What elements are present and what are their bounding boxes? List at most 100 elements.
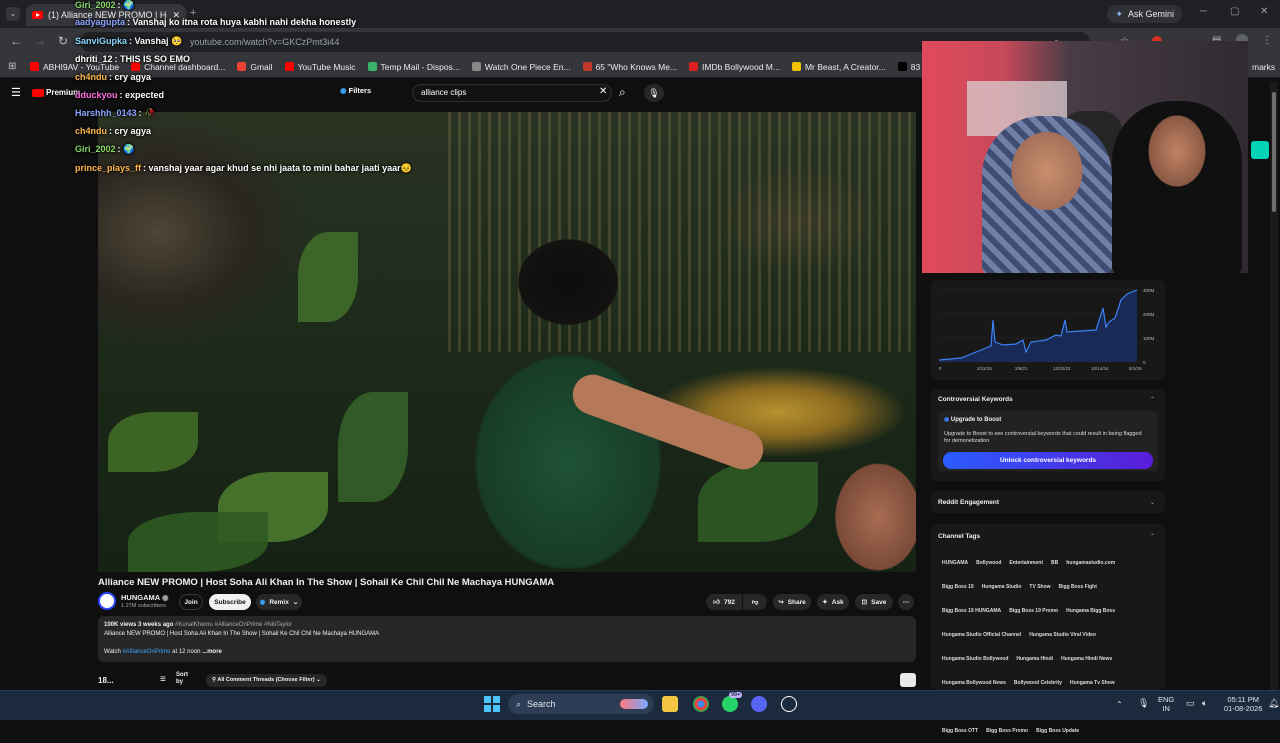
ask-gemini-button[interactable]: ✦ Ask Gemini (1107, 5, 1182, 23)
chart-x-tick-label: 0 (939, 366, 942, 371)
channel-tag[interactable]: Hungama Bigg Boss (1066, 608, 1115, 614)
scrollbar-thumb[interactable] (1272, 92, 1276, 212)
language-indicator[interactable]: ENG IN (1158, 695, 1174, 713)
reload-icon[interactable]: ↻ (58, 34, 68, 48)
chevron-down-icon: ⌄ (292, 599, 299, 606)
channel-tag[interactable]: Bigg Boss Update (1036, 728, 1079, 734)
description-hashtags[interactable]: #KunalKhemu #AllianceOnPrime #NitiTaylor (175, 622, 292, 628)
search-input[interactable]: alliance clips (412, 84, 612, 102)
discord-icon[interactable] (751, 696, 767, 712)
description-hashtag-link[interactable]: #AllianceOnPrime (122, 649, 170, 655)
chat-username: ch4ndu (75, 72, 108, 82)
whatsapp-icon[interactable] (722, 696, 738, 712)
like-button[interactable]: 👍︎ 792 (706, 594, 742, 610)
collapse-icon[interactable]: ⌃ (1150, 533, 1155, 540)
file-explorer-icon[interactable] (662, 696, 678, 712)
channel-tag[interactable]: Hungama Bollywood News (942, 680, 1006, 686)
back-icon[interactable]: ← (10, 34, 22, 48)
bookmark-item[interactable]: Temp Mail - Dispos... (367, 62, 460, 72)
bookmark-item[interactable]: 65 "Who Knows Me... (582, 62, 677, 72)
volume-icon[interactable]: 🔈︎ (1202, 699, 1207, 708)
tab-search-button[interactable]: ⌄ (6, 7, 20, 21)
channel-tag[interactable]: Hungama Studio Official Channel (942, 632, 1021, 638)
maximize-icon[interactable]: ▢ (1230, 6, 1239, 17)
save-button[interactable]: ⊡ Save (855, 594, 893, 610)
channel-tag[interactable]: Bollywood Celebrity (1014, 680, 1062, 686)
notification-bell-icon[interactable]: 🔔︎ (1268, 699, 1279, 708)
video-player[interactable] (98, 112, 916, 572)
channel-tag[interactable]: Entertainment (1009, 560, 1043, 566)
unlock-keywords-button[interactable]: Unlock controversial keywords (943, 452, 1153, 469)
comment-filter-dropdown[interactable]: ⚲ All Comment Threads (Choose Filter) ⌄ (206, 674, 327, 687)
subscribe-button[interactable]: Subscribe (209, 594, 251, 610)
forward-icon[interactable]: → (34, 34, 46, 48)
save-label: Save (871, 598, 887, 606)
ask-button[interactable]: ✦ Ask (817, 594, 849, 610)
obs-icon[interactable] (781, 696, 797, 712)
chat-message: Giri_2002: 🌍 (75, 144, 134, 155)
collapse-icon[interactable]: ⌃ (1150, 396, 1155, 403)
clear-search-icon[interactable]: ✕ (599, 86, 607, 97)
channel-tag[interactable]: Bigg Boss Promo (986, 728, 1028, 734)
channel-avatar[interactable] (98, 592, 116, 610)
video-description[interactable]: 100K views 3 weeks ago #KunalKhemu #Alli… (98, 616, 916, 662)
channel-tag[interactable]: Bigg Boss 19 Promo (1009, 608, 1058, 614)
channel-tag[interactable]: Hungama Studio Bollywood (942, 656, 1008, 662)
channel-tag[interactable]: Bigg Boss OTT (942, 728, 978, 734)
comment-tool-icon[interactable] (900, 673, 916, 687)
channel-tag[interactable]: Hungama Hindi (1016, 656, 1053, 662)
apps-grid-icon[interactable]: ⊞ (8, 61, 16, 72)
bookmark-item[interactable]: YouTube Music (284, 61, 356, 72)
chrome-icon[interactable] (693, 696, 709, 712)
channel-tag[interactable]: Bigg Boss Fight (1059, 584, 1097, 590)
bookmark-label: YouTube Music (297, 61, 356, 72)
network-icon[interactable]: ▭ (1186, 699, 1195, 708)
bookmark-item[interactable]: Mr Beast, A Creator... (791, 62, 886, 72)
filters-button[interactable]: ◉ Filters (340, 86, 371, 95)
channel-tag[interactable]: TV Show (1029, 584, 1050, 590)
dislike-button[interactable]: 👎︎ (743, 594, 767, 610)
channel-tag[interactable]: BB (1051, 560, 1058, 566)
windows-start-icon[interactable] (484, 696, 500, 712)
chart-x-tick-label: 12/22/22 (1053, 366, 1071, 371)
channel-name[interactable]: HUNGAMA ◉ (121, 593, 169, 602)
more-actions-icon[interactable]: ⋯ (898, 594, 914, 610)
window-close-icon[interactable]: ✕ (1260, 6, 1268, 17)
channel-tag[interactable]: Hungama Studio (982, 584, 1022, 590)
channel-tag[interactable]: Hungama Tv Show (1070, 680, 1115, 686)
chat-message: ch4ndu: cry agya (75, 72, 151, 82)
extension-sidebar-toggle[interactable] (1251, 141, 1269, 159)
channel-tags-title: Channel Tags (938, 533, 981, 540)
bookmark-label: Gmail (250, 61, 273, 72)
bookmark-item[interactable]: Watch One Piece En... (471, 62, 571, 72)
search-icon[interactable]: ⌕ (619, 85, 626, 100)
bookmark-item[interactable]: IMDb Bollywood M... (689, 62, 780, 72)
channel-tag[interactable]: Bigg Boss 19 (942, 584, 974, 590)
sort-by-button[interactable]: Sort by (176, 672, 190, 686)
browser-menu-icon[interactable]: ⋮ (1262, 35, 1272, 46)
channel-tag[interactable]: Hungama Hindi News (1061, 656, 1112, 662)
voice-search-icon[interactable]: 🎙 (644, 84, 664, 102)
all-bookmarks-link[interactable]: marks (1252, 62, 1275, 72)
microphone-icon[interactable]: 🎙 (1138, 699, 1149, 708)
hamburger-menu-icon[interactable]: ☰ (11, 86, 21, 99)
channel-tag[interactable]: Bollywood (976, 560, 1001, 566)
minimize-icon[interactable]: ─ (1200, 6, 1207, 17)
bookmark-favicon-icon (689, 62, 699, 71)
youtube-logo-icon[interactable] (32, 89, 44, 97)
channel-tag[interactable]: hungamastudio.com (1066, 560, 1115, 566)
tray-overflow-icon[interactable]: ⌃ (1116, 700, 1123, 709)
expand-icon[interactable]: ⌄ (1150, 499, 1155, 506)
clock[interactable]: 05:11 PM 01-08-2026 (1224, 695, 1262, 713)
description-more-link[interactable]: ...more (202, 649, 222, 655)
channel-tag[interactable]: Hungama Studio Viral Video (1029, 632, 1096, 638)
bookmark-item[interactable]: Gmail (237, 61, 273, 72)
sort-icon[interactable]: ≡ (160, 674, 166, 685)
channel-tag[interactable]: HUNGAMA (942, 560, 968, 566)
join-button[interactable]: Join (179, 594, 203, 610)
share-button[interactable]: ↪ Share (773, 594, 811, 610)
channel-tag[interactable]: Bigg Boss 19 HUNGAMA (942, 608, 1001, 614)
taskbar-search[interactable]: ⌕ Search (508, 694, 654, 714)
remix-button[interactable]: ◉ Remix ⌄ (256, 594, 302, 610)
reddit-engagement-card[interactable]: Reddit Engagement ⌄ (931, 491, 1165, 513)
